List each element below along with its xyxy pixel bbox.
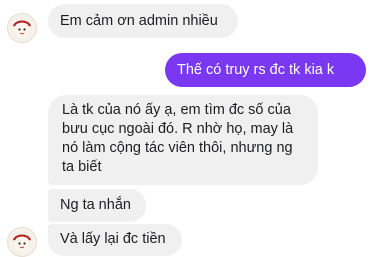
contact-avatar[interactable] xyxy=(8,228,36,256)
avatar-icon xyxy=(8,14,36,42)
contact-avatar[interactable] xyxy=(8,14,36,42)
avatar-icon xyxy=(8,228,36,256)
message-text: Thế có truy rs đc tk kia k xyxy=(177,62,335,78)
message-bubble-4[interactable]: Ng ta nhắn xyxy=(48,189,146,222)
message-text: Em cảm ơn admin nhiều xyxy=(60,13,218,29)
message-text: Ng ta nhắn xyxy=(60,197,131,213)
message-bubble-3[interactable]: Là tk của nó ấy ạ, em tìm đc số của bưu … xyxy=(48,95,318,185)
message-text: Và lấy lại đc tiền xyxy=(60,231,166,247)
message-bubble-1[interactable]: Em cảm ơn admin nhiều xyxy=(48,4,238,38)
message-bubble-2[interactable]: Thế có truy rs đc tk kia k xyxy=(165,53,366,87)
message-text: Là tk của nó ấy ạ, em tìm đc số của bưu … xyxy=(62,102,294,175)
message-bubble-5[interactable]: Và lấy lại đc tiền xyxy=(48,224,182,256)
